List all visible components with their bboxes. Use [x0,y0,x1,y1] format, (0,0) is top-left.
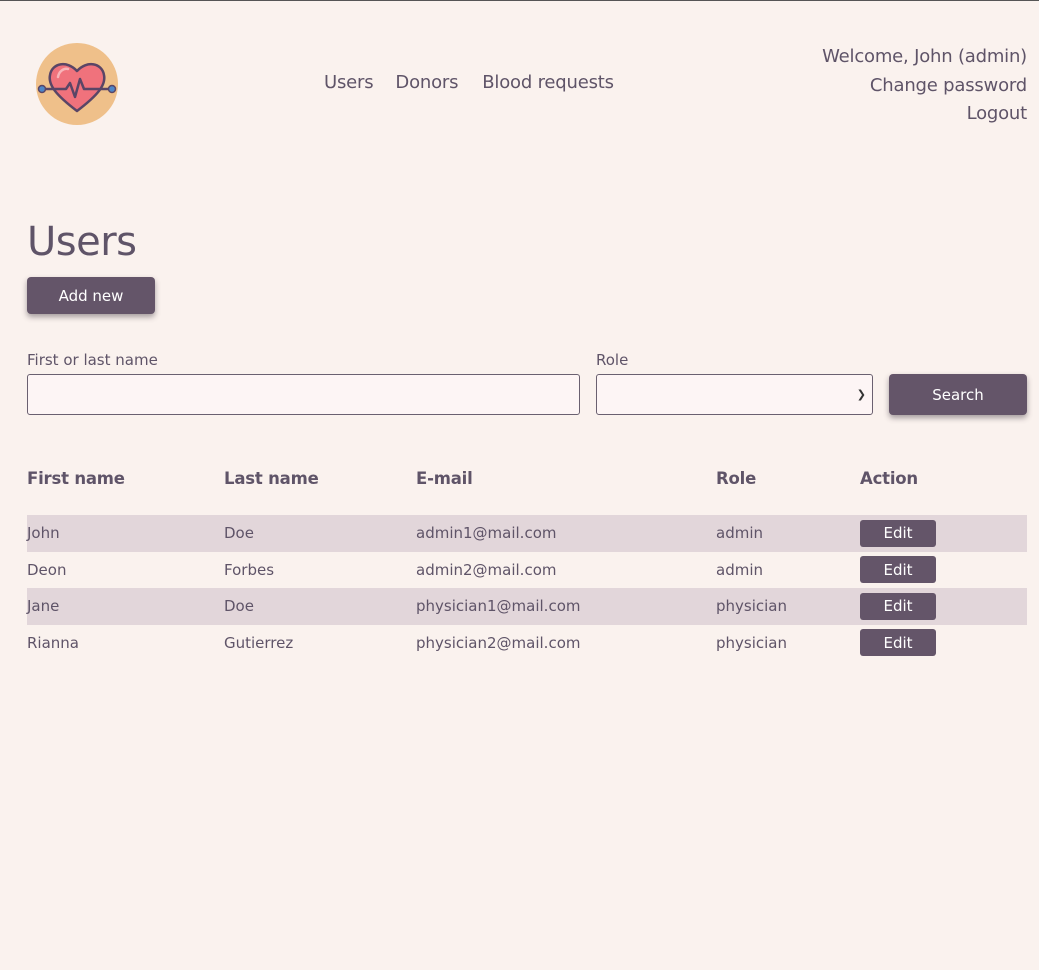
column-header-last-name: Last name [224,469,319,488]
logout-link[interactable]: Logout [822,100,1028,129]
main-nav: Users Donors Blood requests [324,72,614,93]
add-new-button[interactable]: Add new [27,277,155,314]
cell-first-name: Deon [27,560,67,579]
cell-role: admin [716,515,860,552]
name-search-input[interactable] [27,374,580,415]
cell-role: physician [716,633,788,652]
cell-first-name: Jane [27,588,224,625]
account-menu: Welcome, John (admin) Change password Lo… [822,43,1027,129]
change-password-link[interactable]: Change password [822,72,1027,101]
role-select[interactable]: ❯ [596,374,873,415]
edit-button[interactable]: Edit [860,592,936,620]
cell-last-name: Doe [224,515,416,552]
column-header-action: Action [860,469,918,488]
cell-last-name: Gutierrez [224,633,294,652]
table-row: Jane Doe physician1@mail.com physician E… [27,588,1027,625]
table-row: John Doe admin1@mail.com admin Edit [27,515,1027,552]
role-filter-label: Role [596,351,629,369]
heart-pulse-logo-icon [36,43,118,125]
chevron-down-icon: ❯ [856,388,866,401]
cell-action: Edit [860,625,1027,662]
cell-last-name: Forbes [224,560,275,579]
table-header-row: First name Last name E-mail Role Action [27,469,1027,515]
cell-action: Edit [860,552,1027,589]
name-filter-label: First or last name [27,351,158,369]
cell-email: admin2@mail.com [416,560,557,579]
cell-role: admin [716,560,763,579]
nav-donors[interactable]: Donors [395,72,458,93]
cell-email: admin1@mail.com [416,515,716,552]
nav-users[interactable]: Users [324,72,374,93]
column-header-role: Role [716,469,757,488]
edit-button[interactable]: Edit [860,556,936,584]
cell-last-name: Doe [224,588,416,625]
edit-button[interactable]: Edit [860,519,936,547]
welcome-text: Welcome, John (admin) [822,46,1027,67]
column-header-first-name: First name [27,469,125,488]
edit-button[interactable]: Edit [860,629,936,657]
search-button[interactable]: Search [889,374,1027,415]
cell-role: physician [716,588,860,625]
column-header-email: E-mail [416,469,473,488]
nav-blood-requests[interactable]: Blood requests [482,72,614,93]
page-title: Users [27,219,137,265]
cell-action: Edit [860,588,1027,625]
users-table: First name Last name E-mail Role Action … [27,469,1027,661]
table-row: Rianna Gutierrez physician2@mail.com phy… [27,625,1027,662]
cell-email: physician1@mail.com [416,588,716,625]
cell-first-name: John [27,515,224,552]
cell-first-name: Rianna [27,633,79,652]
cell-email: physician2@mail.com [416,633,581,652]
table-row: Deon Forbes admin2@mail.com admin Edit [27,552,1027,589]
cell-action: Edit [860,515,1027,552]
